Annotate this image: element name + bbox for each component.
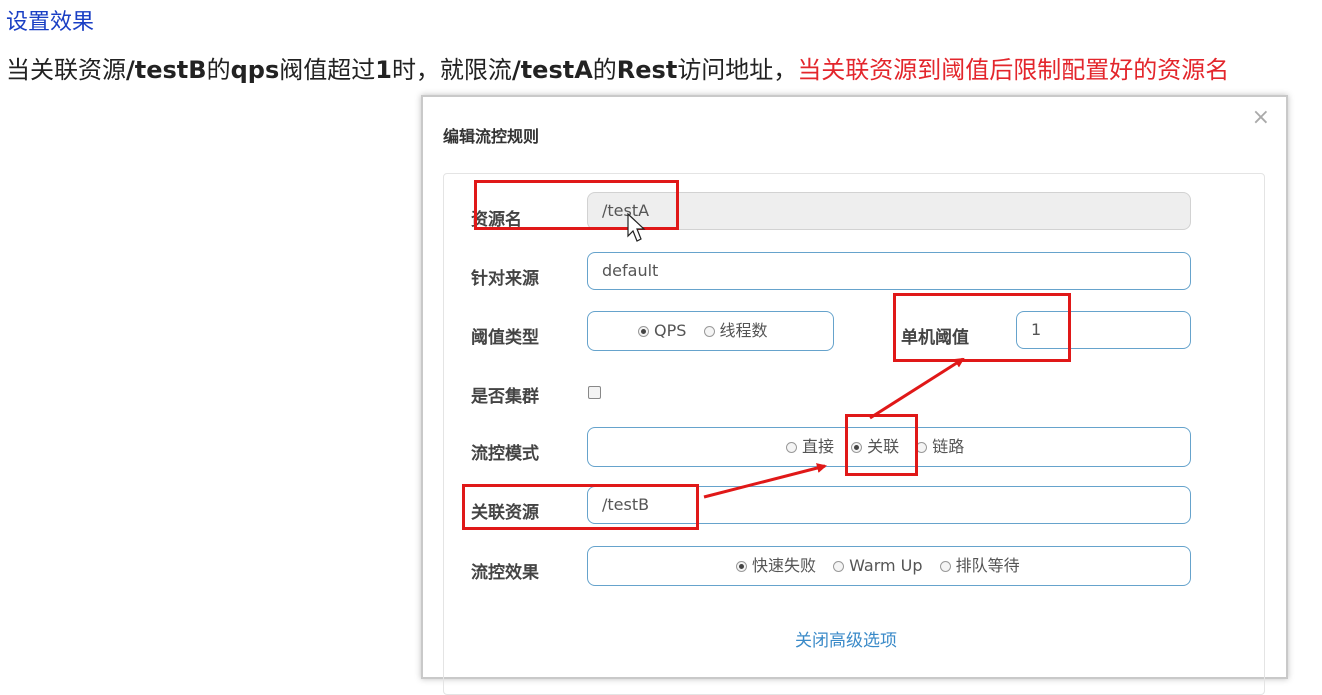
single-threshold-label: 单机阈值 <box>901 328 969 348</box>
threshold-type-group: QPS 线程数 <box>587 311 834 351</box>
radio-unchecked-icon <box>833 561 845 572</box>
limit-app-label: 针对来源 <box>471 269 539 289</box>
strategy-direct[interactable]: 直接 <box>786 437 834 456</box>
radio-checked-icon <box>851 442 863 453</box>
cluster-label: 是否集群 <box>471 387 539 407</box>
threshold-type-label: 阈值类型 <box>471 328 539 348</box>
behavior-queue[interactable]: 排队等待 <box>939 556 1020 575</box>
resource-name-label: 资源名 <box>471 210 522 230</box>
strategy-label: 流控模式 <box>471 444 539 464</box>
cluster-checkbox[interactable] <box>588 386 601 399</box>
single-threshold-input[interactable]: 1 <box>1016 311 1191 349</box>
ref-resource-input[interactable]: /testB <box>587 486 1191 524</box>
close-advanced-options-link[interactable]: 关闭高级选项 <box>795 626 897 651</box>
threshold-type-qps[interactable]: QPS <box>638 321 686 340</box>
edit-flow-rule-dialog: 编辑流控规则 × 资源名 /testA 针对来源 default 阈值类型 QP… <box>421 95 1288 695</box>
strategy-group: 直接 关联 链路 <box>587 427 1191 467</box>
radio-checked-icon <box>736 561 747 572</box>
threshold-type-thread[interactable]: 线程数 <box>703 321 768 340</box>
ref-resource-label: 关联资源 <box>471 503 539 523</box>
section-heading: 设置效果 <box>6 10 95 35</box>
limit-app-input[interactable]: default <box>587 252 1191 290</box>
radio-unchecked-icon <box>703 326 715 337</box>
control-behavior-group: 快速失败 Warm Up 排队等待 <box>587 546 1191 586</box>
close-icon[interactable]: × <box>1252 105 1270 130</box>
radio-checked-icon <box>638 326 649 337</box>
behavior-fast-fail[interactable]: 快速失败 <box>736 556 816 575</box>
resource-name-input[interactable]: /testA <box>587 192 1191 230</box>
control-behavior-label: 流控效果 <box>471 563 539 583</box>
dialog-title: 编辑流控规则 <box>443 127 540 146</box>
description-highlight: 当关联资源到阈值后限制配置好的资源名 <box>797 56 1230 84</box>
strategy-chain[interactable]: 链路 <box>916 437 964 456</box>
radio-unchecked-icon <box>939 561 951 572</box>
radio-unchecked-icon <box>916 442 928 453</box>
behavior-warm-up[interactable]: Warm Up <box>833 556 923 575</box>
description-text: 当关联资源/testB的qps阀值超过1时，就限流/testA的Rest访问地址… <box>6 56 1230 84</box>
strategy-relate[interactable]: 关联 <box>851 437 899 456</box>
radio-unchecked-icon <box>786 442 797 453</box>
